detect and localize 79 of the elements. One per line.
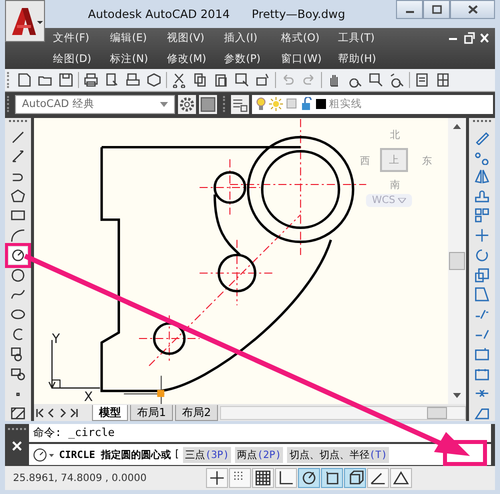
file-name: Pretty—Boy.dwg [252, 7, 346, 21]
drafting-toggle-icon[interactable] [252, 468, 274, 488]
menu-item[interactable]: 绘图(D) [53, 52, 110, 66]
menu-item[interactable]: 文件(F) [53, 31, 110, 46]
close-icon [468, 5, 478, 14]
document-window-controls-icon[interactable] [447, 32, 491, 44]
zoom-window-icon[interactable] [367, 72, 385, 88]
window-title: Autodesk AutoCAD 2014 [88, 7, 230, 21]
drafting-toggle-icon[interactable] [344, 468, 366, 488]
drawing-tool-icon[interactable] [9, 266, 27, 284]
menu-item[interactable]: 工具(T) [338, 31, 395, 46]
plot-icon[interactable] [124, 72, 142, 88]
scrollbar-thumb[interactable] [427, 406, 447, 418]
unlocked-padlock-icon[interactable] [301, 97, 313, 111]
save-icon[interactable] [57, 72, 75, 88]
modify-tool-icon[interactable] [473, 207, 491, 224]
command-option[interactable]: 切点、切点、半径(T) [287, 446, 390, 462]
printer-icon[interactable] [82, 72, 100, 88]
menu-item[interactable]: 帮助(H) [338, 52, 395, 66]
bracket: [ [175, 449, 180, 460]
modify-tool-icon[interactable] [473, 286, 491, 303]
scrollbar-thumb[interactable] [449, 252, 465, 270]
application-menu-button[interactable] [5, 0, 45, 42]
customize-icon[interactable] [199, 94, 217, 114]
minimize-button[interactable] [396, 0, 423, 19]
modify-tool-icon[interactable] [473, 188, 491, 204]
menu-item[interactable]: 格式(O) [281, 31, 338, 46]
command-option[interactable]: 三点(3P) [183, 446, 232, 462]
close-button[interactable] [450, 0, 495, 19]
menu-item[interactable]: 参数(P) [224, 52, 281, 66]
drafting-toggle-icon[interactable] [298, 468, 320, 488]
axis-label: Y [52, 332, 60, 347]
drafting-toggle-icon[interactable] [390, 468, 412, 488]
gear-icon[interactable] [178, 94, 196, 114]
menu-item[interactable]: 修改(M) [167, 52, 224, 66]
layout-tab[interactable]: 布局1 [130, 404, 173, 420]
modify-tool-icon[interactable] [473, 246, 491, 264]
layer-name[interactable]: 粗实线 [329, 97, 362, 111]
menu-item[interactable]: 插入(I) [224, 31, 281, 46]
menu-item[interactable]: 窗口(W) [281, 52, 338, 66]
drawing-tool-icon[interactable] [9, 227, 27, 244]
circle-command-icon [33, 448, 55, 462]
drafting-toggle-icon[interactable] [321, 468, 343, 488]
coordinates-readout: 25.8961, 74.8009 , 0.0000 [13, 472, 148, 484]
modify-tool-icon[interactable] [473, 266, 491, 284]
axis-label: X [84, 391, 93, 404]
layout-tab[interactable]: 模型 [92, 404, 128, 420]
horizontal-scrollbar[interactable] [220, 406, 466, 420]
vertical-scrollbar[interactable] [448, 118, 466, 404]
scroll-up-arrow-icon[interactable] [453, 124, 461, 129]
modify-tool-icon[interactable] [473, 345, 491, 362]
modify-tool-icon[interactable] [473, 227, 491, 244]
drawing-tool-icon[interactable] [9, 188, 27, 204]
menu-item[interactable]: 视图(V) [167, 31, 224, 46]
drafting-toggle-icon[interactable] [229, 468, 251, 488]
drafting-toggle-icon[interactable] [275, 468, 297, 488]
command-prompt: CIRCLE 指定圆的圆心或 [59, 448, 172, 462]
menu-item[interactable]: 标注(N) [110, 52, 167, 66]
command-option[interactable]: 两点(2P) [235, 446, 284, 462]
modify-tool-icon[interactable] [473, 168, 491, 185]
color-swatch-icon[interactable] [316, 99, 326, 109]
match-properties-icon[interactable] [233, 72, 251, 88]
drafting-toggle-icon[interactable] [206, 468, 228, 488]
lightbulb-icon[interactable] [256, 97, 266, 111]
workspace-dropdown[interactable]: AutoCAD 经典 [15, 94, 175, 114]
dropdown-arrow-icon [398, 198, 406, 203]
layer-properties-icon[interactable] [231, 94, 249, 114]
dropdown-arrow-icon [160, 102, 168, 106]
drafting-toggle-icon[interactable] [367, 468, 389, 488]
close-icon[interactable] [12, 441, 22, 451]
command-history: 命令: _circle [29, 424, 491, 442]
layout-tab[interactable]: 布局2 [175, 404, 218, 420]
maximize-icon [432, 5, 442, 14]
zoom-previous-icon[interactable] [388, 72, 406, 88]
maximize-button[interactable] [423, 0, 450, 19]
scissors-icon[interactable] [170, 72, 188, 88]
menu-item[interactable]: 编辑(E) [110, 31, 167, 46]
drawing-tool-icon[interactable] [9, 246, 27, 264]
scroll-down-arrow-icon[interactable] [453, 393, 461, 398]
